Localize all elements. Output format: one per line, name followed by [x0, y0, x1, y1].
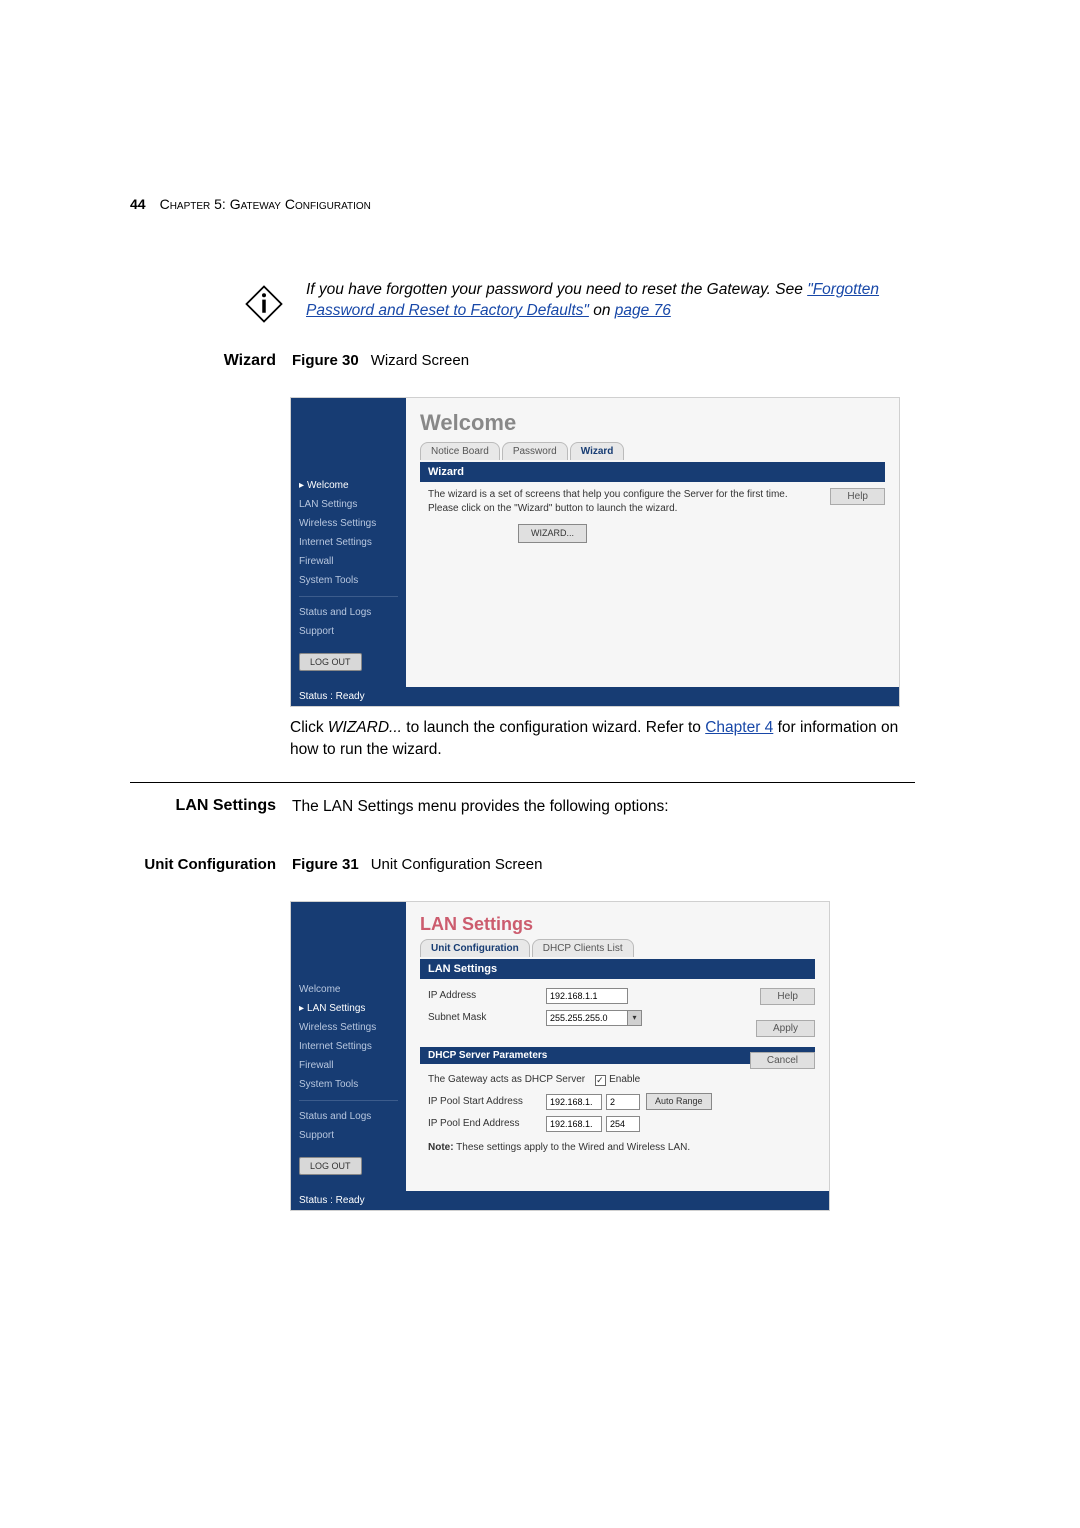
page-number: 44: [130, 196, 146, 212]
sidebar-item-wireless-settings[interactable]: Wireless Settings: [299, 1018, 398, 1037]
apply-button[interactable]: Apply: [756, 1020, 815, 1037]
status-bar: Status : Ready: [291, 1191, 829, 1210]
tab-password[interactable]: Password: [502, 442, 568, 460]
lan-title: LAN Settings: [420, 914, 815, 935]
lan-settings-body: The LAN Settings menu provides the follo…: [292, 797, 669, 816]
wizard-tabs: Notice Board Password Wizard: [420, 442, 885, 460]
lan-tabs: Unit Configuration DHCP Clients List: [420, 939, 815, 957]
enable-checkbox[interactable]: [595, 1075, 606, 1086]
info-on: on: [593, 302, 615, 319]
tab-dhcp-clients-list[interactable]: DHCP Clients List: [532, 939, 634, 957]
sidebar-item-system-tools[interactable]: System Tools: [299, 571, 398, 590]
wizard-section-label: Wizard: [130, 352, 290, 379]
pool-start-prefix: [546, 1094, 602, 1110]
figure-30-caption: Figure 30 Wizard Screen: [292, 352, 469, 369]
sidebar-item-status-logs[interactable]: Status and Logs: [299, 603, 398, 622]
sidebar-item-internet-settings[interactable]: Internet Settings: [299, 1037, 398, 1056]
lan-settings-label: LAN Settings: [130, 797, 290, 816]
figure-31-caption: Figure 31 Unit Configuration Screen: [292, 856, 542, 873]
sidebar-item-wireless-settings[interactable]: Wireless Settings: [299, 514, 398, 533]
tab-wizard[interactable]: Wizard: [570, 442, 625, 460]
lan-panel-header: LAN Settings: [420, 959, 815, 979]
wizard-title: Welcome: [420, 410, 885, 436]
subnet-mask-label: Subnet Mask: [428, 1011, 546, 1025]
page-header: 44 Chapter 5: Gateway Configuration: [130, 196, 915, 212]
pool-start-label: IP Pool Start Address: [428, 1095, 546, 1109]
auto-range-button[interactable]: Auto Range: [646, 1093, 712, 1110]
sidebar-item-status-logs[interactable]: Status and Logs: [299, 1107, 398, 1126]
chevron-down-icon[interactable]: ▾: [628, 1010, 642, 1026]
sidebar-item-welcome[interactable]: Welcome: [299, 980, 398, 999]
figure-31-text: Unit Configuration Screen: [371, 856, 543, 873]
lan-screenshot: Welcome ▸LAN Settings Wireless Settings …: [290, 901, 830, 1211]
chapter-title: Chapter 5: Gateway Configuration: [160, 196, 371, 212]
unit-config-label: Unit Configuration: [130, 856, 290, 883]
sidebar-item-lan-settings[interactable]: ▸LAN Settings: [299, 999, 398, 1018]
info-icon: [240, 280, 288, 328]
sidebar-item-firewall[interactable]: Firewall: [299, 552, 398, 571]
dhcp-enable-label: The Gateway acts as DHCP Server: [428, 1073, 585, 1087]
sidebar-item-firewall[interactable]: Firewall: [299, 1056, 398, 1075]
lan-sidebar: Welcome ▸LAN Settings Wireless Settings …: [291, 902, 406, 1191]
wizard-main: Welcome Notice Board Password Wizard Wiz…: [406, 398, 899, 687]
tab-unit-configuration[interactable]: Unit Configuration: [420, 939, 530, 957]
wizard-desc-1: The wizard is a set of screens that help…: [428, 488, 877, 502]
info-text: If you have forgotten your password you …: [306, 280, 915, 328]
help-button[interactable]: Help: [830, 488, 885, 505]
wizard-desc-2: Please click on the "Wizard" button to l…: [428, 502, 877, 516]
ip-address-label: IP Address: [428, 989, 546, 1003]
pool-end-label: IP Pool End Address: [428, 1117, 546, 1131]
pool-end-prefix: [546, 1116, 602, 1132]
lan-main: LAN Settings Unit Configuration DHCP Cli…: [406, 902, 829, 1191]
sidebar-item-support[interactable]: Support: [299, 622, 398, 641]
divider: [130, 782, 915, 783]
logout-button[interactable]: LOG OUT: [299, 653, 362, 671]
figure-31-label: Figure 31: [292, 856, 359, 873]
help-button[interactable]: Help: [760, 988, 815, 1005]
pool-end-suffix[interactable]: [606, 1116, 640, 1132]
wizard-panel-header: Wizard: [420, 462, 885, 482]
enable-label: Enable: [609, 1073, 640, 1087]
sidebar-item-internet-settings[interactable]: Internet Settings: [299, 533, 398, 552]
info-note: If you have forgotten your password you …: [240, 280, 915, 328]
wizard-body-text: Click WIZARD... to launch the configurat…: [290, 717, 915, 760]
wizard-screenshot: ▸Welcome LAN Settings Wireless Settings …: [290, 397, 900, 707]
sidebar-item-system-tools[interactable]: System Tools: [299, 1075, 398, 1094]
tab-notice-board[interactable]: Notice Board: [420, 442, 500, 460]
wizard-sidebar: ▸Welcome LAN Settings Wireless Settings …: [291, 398, 406, 687]
cancel-button[interactable]: Cancel: [750, 1052, 815, 1069]
ip-address-input[interactable]: [546, 988, 628, 1004]
subnet-mask-input[interactable]: [546, 1010, 628, 1026]
info-text-line1: If you have forgotten your password you …: [306, 281, 807, 298]
chapter-4-link[interactable]: Chapter 4: [705, 719, 773, 736]
figure-30-label: Figure 30: [292, 352, 359, 369]
lan-note: Note: These settings apply to the Wired …: [428, 1141, 807, 1155]
sidebar-item-lan-settings[interactable]: LAN Settings: [299, 495, 398, 514]
wizard-panel-body: The wizard is a set of screens that help…: [420, 482, 885, 555]
sidebar-item-support[interactable]: Support: [299, 1126, 398, 1145]
logout-button[interactable]: LOG OUT: [299, 1157, 362, 1175]
page-76-link[interactable]: page 76: [615, 302, 671, 319]
status-bar: Status : Ready: [291, 687, 899, 706]
dhcp-panel-body: The Gateway acts as DHCP Server Enable I…: [420, 1064, 815, 1167]
pool-start-suffix[interactable]: [606, 1094, 640, 1110]
wizard-button[interactable]: WIZARD...: [518, 524, 587, 543]
sidebar-item-welcome[interactable]: ▸Welcome: [299, 476, 398, 495]
figure-30-text: Wizard Screen: [371, 352, 469, 369]
